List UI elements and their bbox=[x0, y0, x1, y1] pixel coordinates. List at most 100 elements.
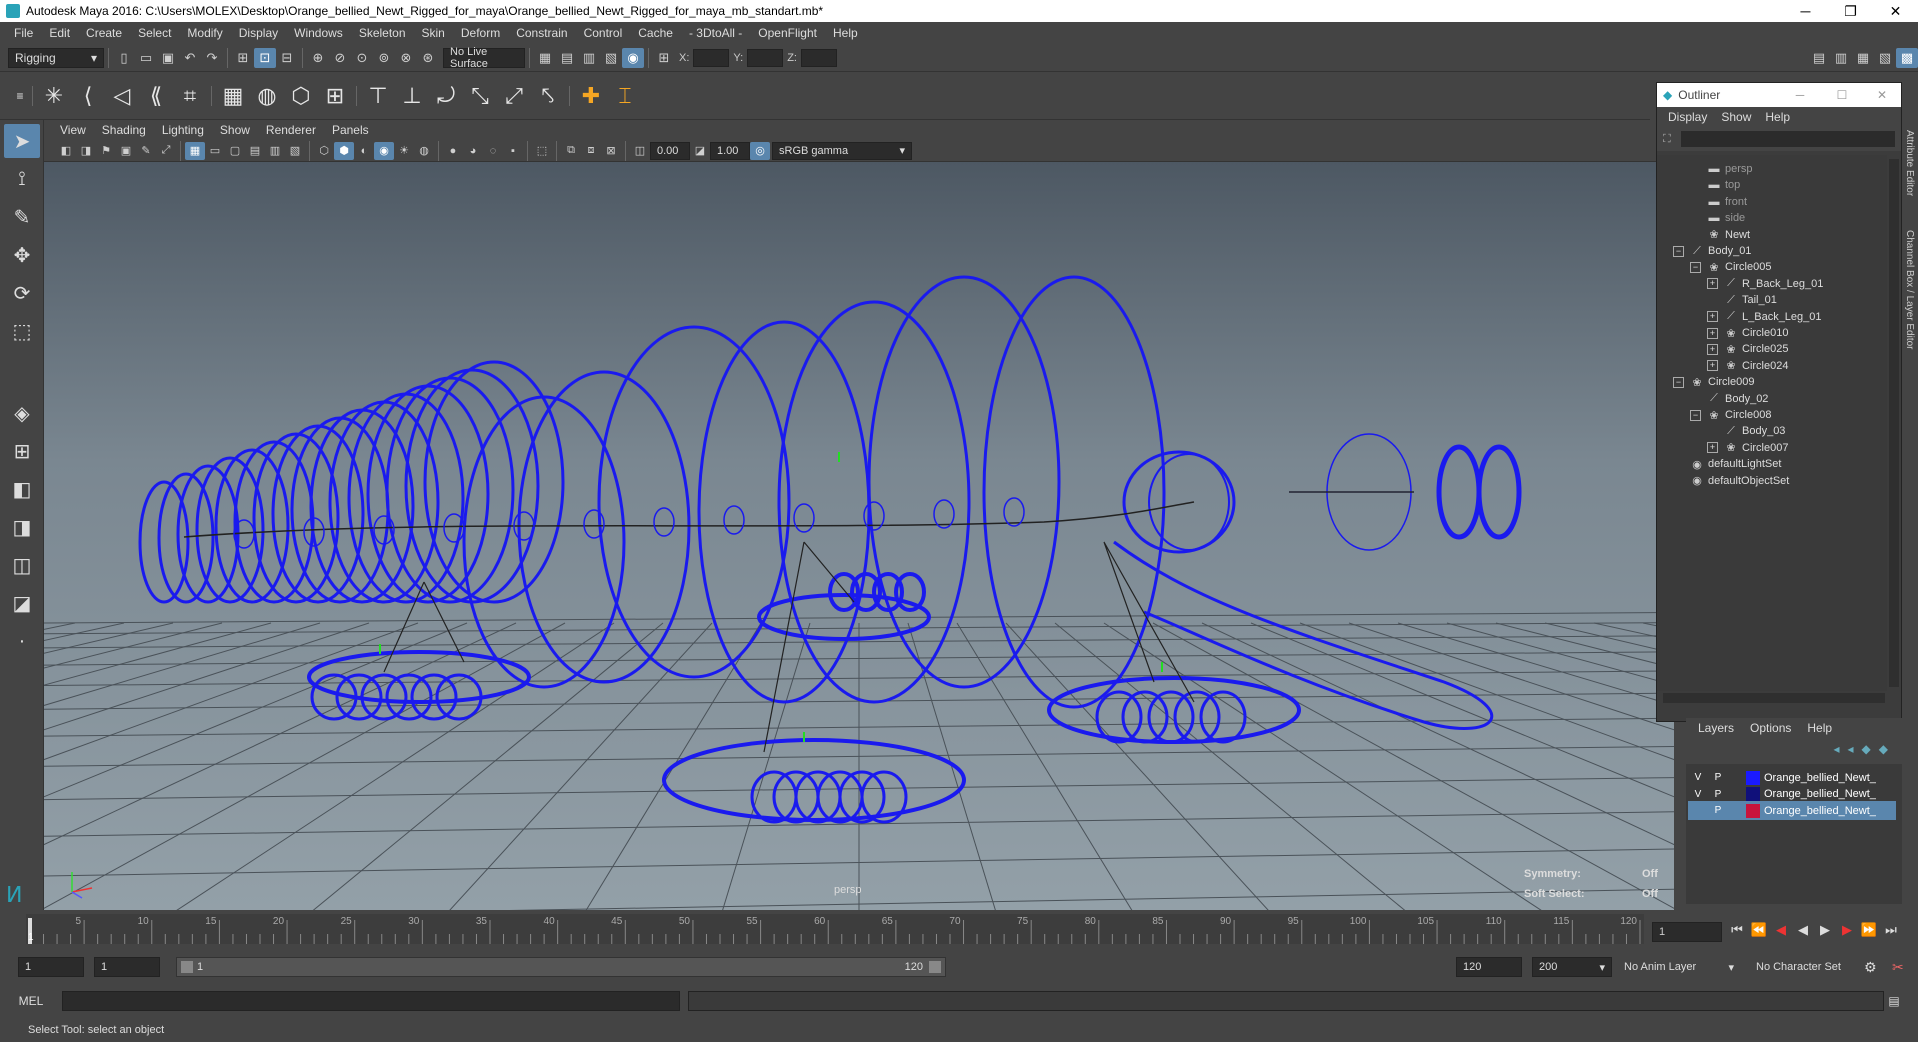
use-all-lights-icon[interactable]: ☀ bbox=[394, 142, 414, 160]
toe-control[interactable] bbox=[360, 673, 408, 721]
point-constraint-icon[interactable]: ⊥ bbox=[395, 79, 429, 113]
render-frame-icon[interactable]: ▦ bbox=[534, 48, 556, 68]
shadows-icon[interactable]: ◍ bbox=[414, 142, 434, 160]
menu-skeleton[interactable]: Skeleton bbox=[351, 26, 414, 40]
create-joint-icon[interactable]: ⟨ bbox=[71, 79, 105, 113]
spine-joint[interactable] bbox=[723, 505, 745, 535]
field-chart-icon[interactable]: ▥ bbox=[265, 142, 285, 160]
menu-display[interactable]: Display bbox=[231, 26, 286, 40]
ipr-render-icon[interactable]: ▥ bbox=[578, 48, 600, 68]
ambient-occlusion-icon[interactable]: ● bbox=[443, 142, 463, 160]
body-path-curve[interactable] bbox=[1113, 540, 1494, 730]
select-hierarchy-icon[interactable]: ⊞ bbox=[232, 48, 254, 68]
snap-grid-icon[interactable]: ⊕ bbox=[307, 48, 329, 68]
gamma-field[interactable]: 1.00 bbox=[710, 141, 750, 160]
current-frame-field[interactable]: 1 bbox=[1652, 922, 1722, 942]
gamma-icon[interactable]: ◪ bbox=[690, 142, 710, 160]
outliner-search-input[interactable] bbox=[1680, 131, 1895, 147]
close-icon[interactable]: ✕ bbox=[1873, 3, 1918, 20]
redo-icon[interactable]: ↷ bbox=[201, 48, 223, 68]
front-leg-ik-control[interactable] bbox=[757, 593, 931, 641]
aim-constraint-icon[interactable]: ⤢ bbox=[497, 79, 531, 113]
2d-pan-zoom-icon[interactable]: ⤢ bbox=[156, 142, 176, 160]
back-leg-ik-control[interactable] bbox=[1047, 676, 1301, 744]
save-scene-icon[interactable]: ▣ bbox=[157, 48, 179, 68]
exposure-field[interactable]: 0.00 bbox=[650, 141, 690, 160]
range-start-handle[interactable] bbox=[181, 961, 193, 973]
layer-color-swatch[interactable] bbox=[1746, 770, 1760, 785]
undo-icon[interactable]: ↶ bbox=[179, 48, 201, 68]
auto-key-icon[interactable]: ⚙ bbox=[1864, 959, 1877, 976]
collapse-icon[interactable]: − bbox=[1690, 261, 1701, 273]
range-slider[interactable]: 1 120 bbox=[176, 957, 946, 977]
layer-menu-help[interactable]: Help bbox=[1799, 721, 1840, 735]
orient-constraint-icon[interactable]: ⤾ bbox=[429, 79, 463, 113]
new-scene-icon[interactable]: ▯ bbox=[113, 48, 135, 68]
time-slider[interactable]: 5 10 15 20 25 30 35 40 45 50 55 60 65 70 75 80 85 90 95 100… bbox=[0, 910, 1918, 950]
layer-visibility-toggle[interactable]: V bbox=[1688, 786, 1708, 803]
menu-constrain[interactable]: Constrain bbox=[508, 26, 575, 40]
snap-surface-icon[interactable]: ⊗ bbox=[395, 48, 417, 68]
timeline-ruler[interactable]: 5 10 15 20 25 30 35 40 45 50 55 60 65 70 75 80 85 90 95 100… bbox=[0, 910, 1918, 950]
character-controls-icon[interactable]: ▥ bbox=[1830, 48, 1852, 68]
outliner-menu-show[interactable]: Show bbox=[1714, 110, 1758, 124]
outliner-item[interactable]: ◉ defaultObjectSet bbox=[1673, 471, 1789, 491]
menu-modify[interactable]: Modify bbox=[179, 26, 230, 40]
step-back-frame-icon[interactable]: ◀ bbox=[1770, 922, 1792, 938]
menu-control[interactable]: Control bbox=[576, 26, 631, 40]
select-object-icon[interactable]: ⊡ bbox=[254, 47, 276, 68]
move-tool-icon[interactable]: ✥ bbox=[4, 238, 40, 272]
film-gate-icon[interactable]: ▭ bbox=[205, 142, 225, 160]
snap-curve-icon[interactable]: ⊘ bbox=[329, 48, 351, 68]
collapse-icon[interactable]: − bbox=[1690, 409, 1701, 421]
head-control-ring[interactable] bbox=[1148, 453, 1230, 551]
camera-attributes-icon[interactable]: ◨ bbox=[76, 142, 96, 160]
grid-icon[interactable]: ▦ bbox=[185, 141, 205, 160]
playback-start-field[interactable]: 1 bbox=[94, 957, 160, 977]
hypershade-icon[interactable]: ◉ bbox=[622, 47, 644, 68]
layer-playback-toggle[interactable]: P bbox=[1708, 802, 1728, 819]
snap-view-icon[interactable]: ⊚ bbox=[373, 48, 395, 68]
rotate-tool-icon[interactable]: ⟳ bbox=[4, 276, 40, 310]
image-plane-icon[interactable]: ▣ bbox=[116, 142, 136, 160]
play-forward-icon[interactable]: ▶ bbox=[1814, 922, 1836, 938]
ik-spline-icon[interactable]: ⟪ bbox=[139, 79, 173, 113]
tool-settings-icon[interactable]: ▧ bbox=[1874, 48, 1896, 68]
expand-icon[interactable]: + bbox=[1707, 278, 1718, 290]
restore-icon[interactable]: ❐ bbox=[1828, 3, 1873, 20]
go-to-end-icon[interactable]: ⏭ bbox=[1880, 922, 1902, 938]
panel-menu-shading[interactable]: Shading bbox=[94, 123, 154, 137]
lasso-tool-icon[interactable]: ⟟ bbox=[4, 162, 40, 196]
motion-blur-icon[interactable]: ◕ bbox=[463, 142, 483, 160]
panel-menu-renderer[interactable]: Renderer bbox=[258, 123, 324, 137]
four-view-icon[interactable]: ⊞ bbox=[4, 434, 40, 468]
attribute-editor-tab[interactable]: Attribute Editor bbox=[1904, 130, 1915, 196]
depth-of-field-icon[interactable]: ▪ bbox=[503, 142, 523, 160]
z-field[interactable] bbox=[800, 48, 837, 67]
snap-point-icon[interactable]: ⊙ bbox=[351, 48, 373, 68]
resolution-gate-icon[interactable]: ▢ bbox=[225, 142, 245, 160]
menu-select[interactable]: Select bbox=[130, 26, 179, 40]
channel-box-tab[interactable]: Channel Box / Layer Editor bbox=[1904, 230, 1915, 350]
end-time-field[interactable]: 200 ▾ bbox=[1532, 957, 1612, 977]
minimize-icon[interactable]: ─ bbox=[1783, 3, 1828, 19]
locator-icon[interactable]: ✳ bbox=[37, 79, 71, 113]
maximize-icon[interactable]: ☐ bbox=[1821, 88, 1863, 102]
color-management-icon[interactable]: ◎ bbox=[750, 141, 770, 160]
select-camera-icon[interactable]: ◧ bbox=[56, 142, 76, 160]
cluster-icon[interactable]: ⌗ bbox=[173, 79, 207, 113]
isolate-select-icon[interactable]: ⬚ bbox=[532, 142, 552, 160]
snap-magnet-icon[interactable]: ⊛ bbox=[417, 48, 439, 68]
grease-pencil-icon[interactable]: ✎ bbox=[136, 142, 156, 160]
spine-joint[interactable] bbox=[653, 507, 675, 537]
live-surface-field[interactable]: No Live Surface bbox=[443, 46, 525, 70]
render-settings-icon[interactable]: ▧ bbox=[600, 48, 622, 68]
panel-menu-lighting[interactable]: Lighting bbox=[154, 123, 212, 137]
viewport-persp[interactable]: persp Symmetry: Off Soft Select: Off bbox=[44, 162, 1674, 910]
channel-box-icon[interactable]: ▩ bbox=[1896, 47, 1918, 68]
xray-active-icon[interactable]: ⧈ bbox=[581, 142, 601, 160]
jaw-control-ring[interactable] bbox=[1476, 444, 1522, 540]
menu-help[interactable]: Help bbox=[825, 26, 866, 40]
transform-mode-icon[interactable]: ⊞ bbox=[653, 48, 675, 68]
select-tool-icon[interactable]: ➤ bbox=[4, 124, 40, 158]
